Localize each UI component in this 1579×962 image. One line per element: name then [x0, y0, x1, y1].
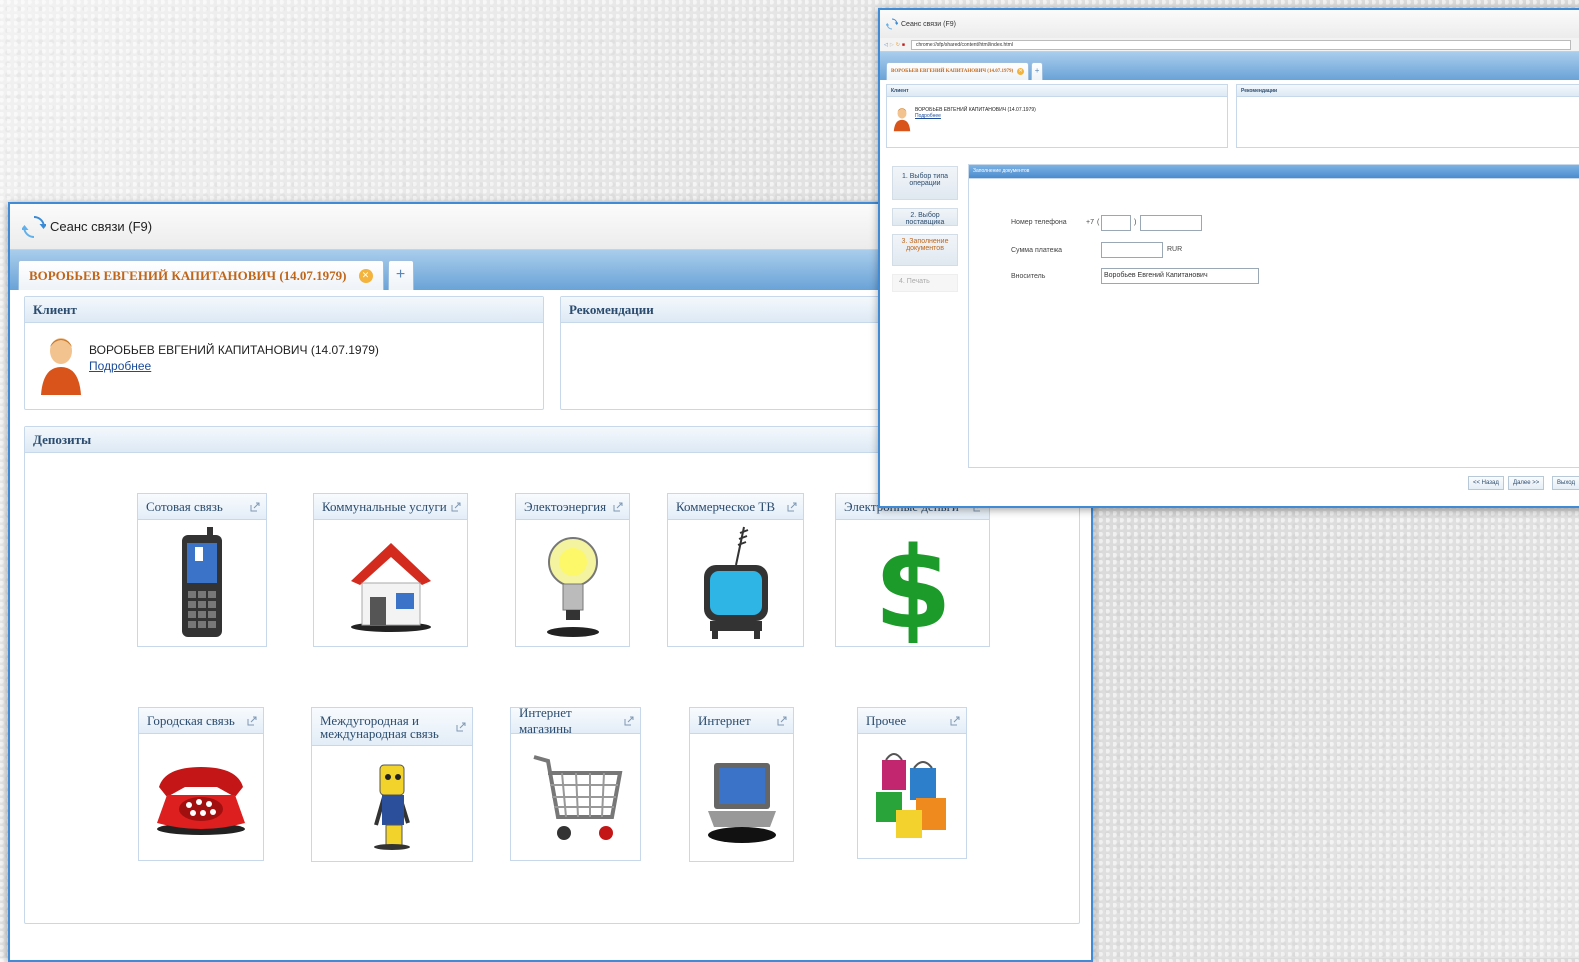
currency-label: RUR [1167, 246, 1183, 253]
close-tab-icon[interactable]: ✕ [1017, 68, 1025, 75]
dollar-sign-icon: $ [878, 524, 948, 643]
popup-client-tab-label: ВОРОБЬЕВ ЕВГЕНИЙ КАПИТАНОВИЧ (14.07.1979… [891, 69, 1014, 74]
next-button[interactable]: Далее >> [1508, 476, 1545, 490]
step-1[interactable]: 1. Выбор типа операции [892, 166, 958, 200]
svg-text:$: $ [878, 524, 948, 643]
client-name: ВОРОБЬЕВ ЕВГЕНИЙ КАПИТАНОВИЧ (14.07.1979… [89, 343, 379, 357]
close-tab-icon[interactable]: ✕ [358, 268, 373, 283]
client-panel-title: Клиент [25, 297, 543, 323]
tile-utilities[interactable]: Коммунальные услуги [313, 493, 468, 647]
window-title: Сеанс связи (F9) [50, 219, 153, 234]
exit-button[interactable]: Выход [1552, 476, 1579, 490]
stop-icon[interactable]: ■ [902, 42, 905, 48]
popup-tab-bar: ВОРОБЬЕВ ЕВГЕНИЙ КАПИТАНОВИЧ (14.07.1979… [880, 52, 1579, 80]
external-link-icon [451, 502, 461, 511]
address-bar: ◁ ▷ ↻ ■ chrome://sfp/shared/content/html… [880, 38, 1579, 52]
step-2[interactable]: 2. Выбор поставщика [892, 208, 958, 226]
popup-window-title: Сеанс связи (F9) [901, 20, 956, 28]
popup-client-tab[interactable]: ВОРОБЬЕВ ЕВГЕНИЙ КАПИТАНОВИЧ (14.07.1979… [886, 62, 1030, 80]
popup-window: Сеанс связи (F9) ◁ ▷ ↻ ■ chrome://sfp/sh… [878, 8, 1579, 508]
amount-input[interactable] [1101, 242, 1163, 258]
back-button[interactable]: << Назад [1468, 476, 1504, 490]
tile-label: Электоэнергия [524, 498, 607, 514]
refresh-icon[interactable] [886, 18, 898, 30]
step-4: 4. Печать [892, 274, 958, 292]
payer-input[interactable]: Воробьев Евгений Капитанович [1101, 268, 1259, 284]
payer-label: Вноситель [1011, 273, 1046, 280]
light-bulb-icon [546, 537, 599, 637]
external-link-icon [950, 716, 960, 725]
step-3[interactable]: 3. Заполнение документов [892, 234, 958, 266]
tile-mobile[interactable]: Сотовая связь [137, 493, 267, 647]
tile-label: Сотовая связь [146, 498, 223, 514]
popup-client-panel-title: Клиент [887, 85, 1227, 97]
popup-recommendations-panel: Рекомендации [1236, 84, 1579, 148]
user-avatar-icon [41, 338, 81, 395]
tile-city-phone[interactable]: Городская связь [138, 707, 264, 861]
tv-icon [703, 526, 768, 639]
popup-client-details-link[interactable]: Подробнее [915, 113, 1036, 119]
forward-arrow-icon[interactable]: ▷ [890, 42, 894, 48]
tile-other[interactable]: Прочее [857, 707, 967, 859]
external-link-icon [624, 716, 634, 725]
tile-long-distance[interactable]: Междугородная и международная связь [311, 707, 473, 862]
amount-label: Сумма платежа [1011, 247, 1063, 254]
tile-label: Коммерческое ТВ [676, 498, 776, 514]
external-link-icon [247, 716, 257, 725]
add-tab-button[interactable]: + [387, 260, 414, 290]
tile-electricity[interactable]: Электоэнергия [515, 493, 630, 647]
client-tab[interactable]: ВОРОБЬЕВ ЕВГЕНИЙ КАПИТАНОВИЧ (14.07.1979… [18, 260, 384, 290]
external-link-icon [613, 502, 623, 511]
shopping-cart-icon [532, 755, 622, 840]
url-field[interactable]: chrome://sfp/shared/content/html/index.h… [910, 39, 1571, 50]
client-tab-label: ВОРОБЬЕВ ЕВГЕНИЙ КАПИТАНОВИЧ (14.07.1979… [29, 267, 347, 283]
phone-paren-close: ) [1134, 219, 1137, 226]
tile-label: Междугородная и международная связь [320, 712, 439, 741]
popup-title-bar: Сеанс связи (F9) [880, 10, 1579, 38]
form-panel-title: Заполнение документов [969, 165, 1579, 179]
external-link-icon [787, 502, 797, 511]
tile-label: Коммунальные услуги [322, 498, 447, 514]
external-link-icon [250, 502, 260, 511]
phone-number-input[interactable] [1140, 215, 1202, 231]
client-panel: Клиент ВОРОБЬЕВ ЕВГЕНИЙ КАПИТАНОВИЧ (14.… [24, 296, 544, 410]
tile-online-shops[interactable]: Интернет магазины [510, 704, 641, 861]
tile-label: Интернет магазины [519, 704, 572, 736]
shopping-bags-icon [876, 753, 946, 838]
refresh-icon[interactable] [22, 215, 46, 239]
popup-client-panel: Клиент ВОРОБЬЕВ ЕВГЕНИЙ КАПИТАНОВИЧ (14.… [886, 84, 1228, 148]
popup-recommendations-panel-title: Рекомендации [1237, 85, 1579, 97]
phone-label: Номер телефона [1011, 219, 1067, 226]
tile-e-money[interactable]: Электронные деньги $ [835, 493, 990, 647]
user-avatar-icon [893, 107, 911, 132]
phone-code-input[interactable] [1101, 215, 1131, 231]
tile-label: Прочее [866, 712, 907, 728]
mascot-phone-icon [374, 764, 410, 850]
house-icon [350, 543, 431, 632]
tile-commercial-tv[interactable]: Коммерческое ТВ [667, 493, 804, 647]
phone-paren-open: ( [1097, 219, 1100, 226]
external-link-icon [777, 716, 787, 725]
back-arrow-icon[interactable]: ◁ [884, 42, 888, 48]
tile-internet[interactable]: Интернет [689, 707, 794, 862]
telephone-icon [157, 767, 245, 835]
tile-label: Интернет [698, 712, 751, 728]
laptop-icon [707, 763, 776, 843]
client-details-link[interactable]: Подробнее [89, 359, 379, 373]
mobile-phone-icon [182, 527, 222, 637]
phone-prefix: +7 [1086, 219, 1094, 226]
add-tab-button[interactable]: + [1031, 62, 1044, 80]
tile-label: Городская связь [147, 712, 235, 728]
reload-icon[interactable]: ↻ [896, 42, 900, 48]
form-panel: Заполнение документов Номер телефона +7 … [968, 164, 1579, 468]
external-link-icon [456, 722, 466, 731]
